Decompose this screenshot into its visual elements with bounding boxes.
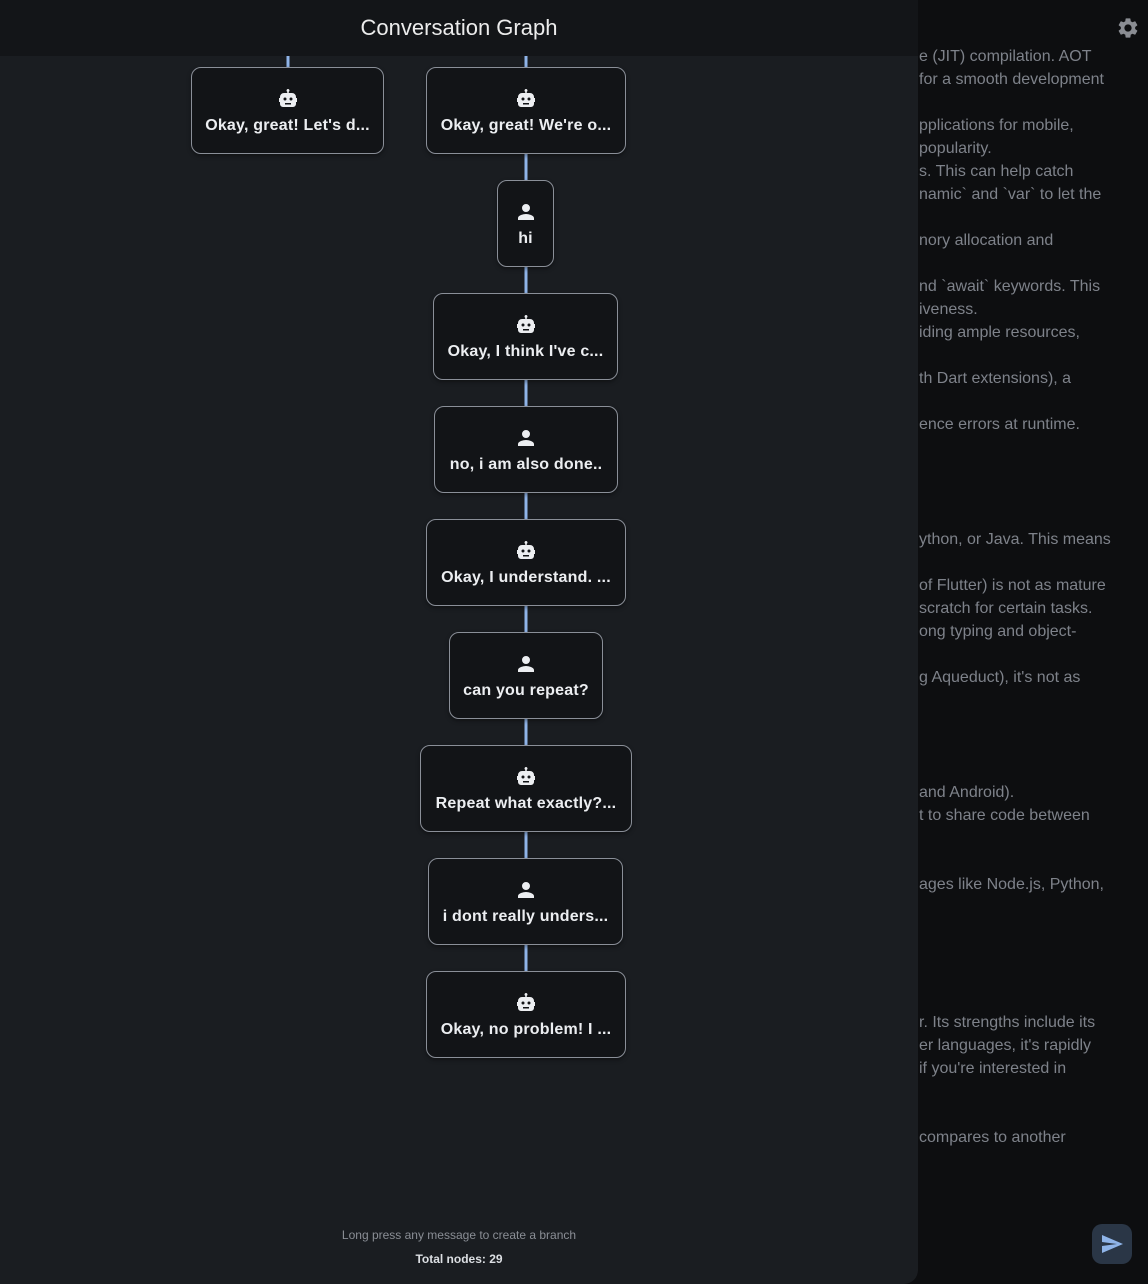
chat-text-line: nory allocation and [919, 232, 1054, 249]
chat-text-line: ython, or Java. This means [919, 531, 1111, 548]
chat-text-line: if you're interested in [919, 1060, 1067, 1077]
node-label: i dont really unders... [442, 907, 609, 925]
node-label: Okay, great! We're o... [440, 116, 612, 134]
graph-node-user[interactable]: i dont really unders... [428, 858, 623, 945]
chat-text-line: t to share code between [919, 807, 1090, 824]
chat-text-line: of Flutter) is not as mature [919, 577, 1106, 594]
branch-hint: Long press any message to create a branc… [341, 1228, 577, 1242]
person-icon [518, 655, 534, 672]
chat-text-line: iveness. [919, 301, 978, 318]
chat-text-line: for a smooth development [919, 71, 1104, 88]
person-icon [517, 203, 534, 220]
chat-text-line: scratch for certain tasks. [919, 600, 1093, 617]
robot-icon [517, 540, 535, 559]
node-label: Okay, great! Let's d... [205, 116, 370, 134]
chat-text-line: namic` and `var` to let the [919, 186, 1102, 203]
chat-text-line: er languages, it's rapidly [919, 1037, 1092, 1054]
node-label: no, i am also done.. [449, 455, 603, 473]
node-label: Repeat what exactly?... [435, 794, 617, 812]
robot-icon [278, 88, 297, 107]
graph-node-assistant[interactable]: Okay, great! Let's d... [191, 67, 384, 154]
chat-text-line: and Android). [919, 784, 1015, 801]
person-icon [518, 429, 534, 446]
robot-icon [517, 992, 535, 1011]
chat-text-line: ence errors at runtime. [919, 416, 1080, 433]
gear-icon [1118, 18, 1138, 38]
total-nodes-count: Total nodes: 29 [415, 1252, 503, 1266]
chat-text-line: th Dart extensions), a [919, 370, 1072, 387]
node-label: can you repeat? [463, 681, 589, 699]
chat-text-line: g Aqueduct), it's not as [919, 669, 1081, 686]
graph-node-user[interactable]: no, i am also done.. [434, 406, 618, 493]
graph-node-assistant[interactable]: Okay, I understand. ... [426, 519, 626, 606]
chat-text-line: compares to another [919, 1129, 1066, 1146]
person-icon [517, 881, 534, 898]
sheet-header: Conversation Graph [0, 0, 918, 56]
chat-text-line: e (JIT) compilation. AOT [919, 48, 1092, 65]
node-label: hi [518, 229, 533, 247]
chat-text-line: ong typing and object- [919, 623, 1077, 640]
chat-text-line: ages like Node.js, Python, [919, 876, 1104, 893]
graph-node-user[interactable]: hi [497, 180, 554, 267]
node-label: Okay, I understand. ... [441, 568, 611, 586]
graph-node-assistant[interactable]: Repeat what exactly?... [420, 745, 632, 832]
node-label: Okay, no problem! I ... [440, 1020, 612, 1038]
send-button[interactable] [1092, 1224, 1132, 1264]
settings-button[interactable] [1116, 16, 1140, 40]
conversation-graph-sheet: Okay, great! Let's d... Okay, great! We'… [0, 0, 918, 1284]
graph-node-assistant[interactable]: Okay, no problem! I ... [426, 971, 626, 1058]
graph-node-assistant[interactable]: Okay, I think I've c... [433, 293, 618, 380]
chat-text-line: popularity. [919, 140, 992, 157]
robot-icon [516, 314, 535, 333]
chat-text-line: s. This can help catch [919, 163, 1074, 180]
robot-icon [517, 88, 535, 107]
page-title: Conversation Graph [360, 15, 558, 40]
graph-node-user[interactable]: can you repeat? [449, 632, 603, 719]
send-icon [1102, 1235, 1123, 1253]
graph-node-assistant[interactable]: Okay, great! We're o... [426, 67, 626, 154]
chat-text-line: pplications for mobile, [919, 117, 1074, 134]
chat-text-line: nd `await` keywords. This [919, 278, 1101, 295]
node-label: Okay, I think I've c... [447, 342, 604, 360]
robot-icon [517, 766, 535, 785]
chat-text-line: iding ample resources, [919, 324, 1080, 341]
chat-text-line: r. Its strengths include its [919, 1014, 1096, 1031]
